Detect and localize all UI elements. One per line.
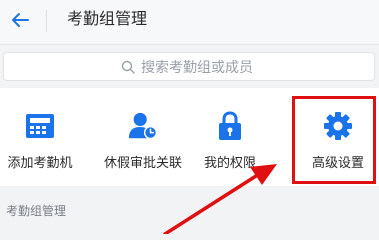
add-attendance-machine-button[interactable]: 添加考勤机	[4, 88, 76, 186]
tool-label: 休假审批关联	[103, 156, 182, 171]
leave-approval-link-button[interactable]: 休假审批关联	[96, 88, 190, 186]
lock-icon	[215, 111, 245, 141]
header-divider	[46, 10, 47, 32]
search-placeholder-group: 搜索考勤组或成员	[121, 57, 253, 77]
user-clock-icon	[128, 111, 158, 141]
page-title: 考勤组管理	[67, 9, 148, 28]
highlight-box	[292, 96, 376, 184]
section-label: 考勤组管理	[6, 204, 67, 218]
search-input[interactable]: 搜索考勤组或成员	[3, 52, 375, 81]
tool-label: 我的权限	[203, 156, 256, 171]
tool-label: 添加考勤机	[7, 156, 73, 171]
search-icon	[121, 60, 135, 74]
my-permissions-button[interactable]: 我的权限	[199, 88, 261, 186]
back-arrow-icon[interactable]	[10, 12, 30, 28]
top-navigation-bar: 考勤组管理	[0, 0, 379, 45]
section-header: 考勤组管理	[0, 186, 379, 234]
attendance-machine-icon	[25, 111, 55, 141]
attendance-group-screen: 考勤组管理 搜索考勤组或成员 添加考勤机 休假审批关联 我的权限 高级设置 考勤…	[0, 0, 379, 234]
back-button[interactable]	[6, 6, 34, 34]
search-area: 搜索考勤组或成员	[0, 46, 379, 88]
search-placeholder: 搜索考勤组或成员	[141, 60, 253, 76]
